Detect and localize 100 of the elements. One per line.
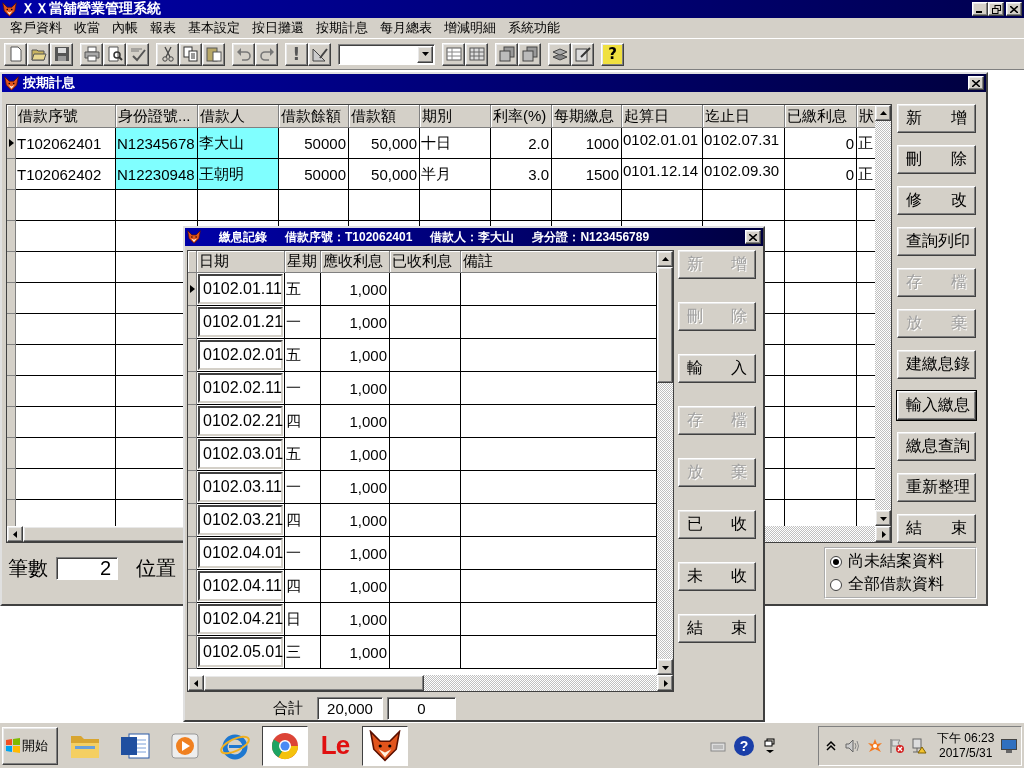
radio-button[interactable]: 全部借款資料 — [830, 574, 971, 595]
action-button[interactable]: 輸 入 — [678, 354, 756, 383]
scroll-right-button[interactable] — [657, 675, 673, 691]
minimize-button[interactable] — [972, 2, 988, 16]
monitor-icon[interactable] — [1001, 738, 1017, 753]
restore-button[interactable] — [988, 2, 1004, 16]
column-header[interactable]: 借款餘額 — [279, 105, 349, 128]
scroll-down-button[interactable] — [657, 659, 673, 675]
flag-icon[interactable] — [889, 737, 905, 754]
date-field[interactable]: 0102.03.01 — [198, 439, 283, 469]
toolbar-button[interactable] — [156, 42, 179, 66]
action-button[interactable]: 繳息查詢 — [897, 432, 976, 461]
column-header[interactable]: 星期 — [285, 251, 321, 273]
menu-item[interactable]: 每月總表 — [374, 19, 438, 37]
action-button[interactable]: 結 束 — [678, 614, 756, 643]
column-header[interactable]: 借款額 — [349, 105, 420, 128]
column-header[interactable]: 已收利息 — [390, 251, 461, 273]
toolbar-button[interactable] — [548, 42, 571, 66]
column-header[interactable]: 已繳利息 — [785, 105, 857, 128]
column-header[interactable]: 日期 — [197, 251, 285, 273]
toolbar-button[interactable] — [518, 42, 541, 66]
toolbar-button[interactable] — [126, 42, 149, 66]
date-field[interactable]: 0102.03.11 — [198, 472, 283, 502]
action-button[interactable]: 結 束 — [897, 514, 976, 543]
menu-item[interactable]: 內帳 — [106, 19, 144, 37]
scroll-left-button[interactable] — [7, 526, 23, 542]
action-button[interactable]: 刪 除 — [897, 145, 976, 174]
menu-item[interactable]: 報表 — [144, 19, 182, 37]
toolbar-button[interactable] — [4, 42, 27, 66]
network-icon[interactable] — [911, 737, 927, 754]
date-field[interactable]: 0102.02.21 — [198, 406, 283, 436]
toolbar-dropdown[interactable] — [338, 43, 435, 65]
help-button[interactable]: ? — [734, 735, 754, 756]
help-button[interactable]: ? — [601, 42, 624, 66]
toolbar-button[interactable] — [202, 42, 225, 66]
horizontal-scrollbar[interactable] — [188, 675, 673, 691]
action-button[interactable]: 重新整理 — [897, 473, 976, 502]
menu-item[interactable]: 基本設定 — [182, 19, 246, 37]
toolbar-button[interactable] — [103, 42, 126, 66]
date-field[interactable]: 0102.04.01 — [198, 538, 283, 568]
action-button[interactable]: 輸入繳息 — [897, 391, 976, 420]
menu-item[interactable]: 按期計息 — [310, 19, 374, 37]
date-field[interactable]: 0102.04.11 — [198, 571, 283, 601]
date-field[interactable]: 0102.02.01 — [198, 340, 283, 370]
toolbar-button[interactable] — [442, 42, 465, 66]
taskbar-app[interactable] — [262, 725, 308, 766]
scroll-left-button[interactable] — [188, 675, 204, 691]
column-header[interactable]: 每期繳息 — [552, 105, 622, 128]
column-header[interactable]: 應收利息 — [321, 251, 390, 273]
toolbar-button[interactable]: ! — [285, 42, 308, 66]
scroll-thumb[interactable] — [657, 267, 673, 383]
action-button[interactable]: 已 收 — [678, 510, 756, 539]
date-field[interactable]: 0102.05.01 — [198, 637, 283, 667]
toolbar-button[interactable] — [179, 42, 202, 66]
action-button[interactable]: 新 增 — [897, 104, 976, 133]
menu-item[interactable]: 增減明細 — [438, 19, 502, 37]
count-field[interactable]: 2 — [56, 557, 118, 580]
scroll-up-button[interactable] — [875, 105, 891, 121]
close-button[interactable] — [745, 230, 761, 244]
action-button[interactable]: 查詢列印 — [897, 227, 976, 256]
toolbar-button[interactable] — [80, 42, 103, 66]
action-button[interactable]: 建繳息錄 — [897, 350, 976, 379]
toolbar-button[interactable] — [465, 42, 488, 66]
toolbar-button[interactable] — [27, 42, 50, 66]
row-header[interactable] — [188, 273, 197, 306]
start-button[interactable]: 開始 — [2, 726, 58, 765]
column-header[interactable]: 借款序號 — [16, 105, 116, 128]
vertical-scrollbar[interactable] — [875, 105, 891, 526]
date-field[interactable]: 0102.01.11 — [198, 274, 283, 304]
column-header[interactable]: 利率(%) — [491, 105, 552, 128]
toolbar-button[interactable] — [495, 42, 518, 66]
taskbar-app[interactable] — [362, 725, 408, 766]
column-header[interactable]: 狀 — [857, 105, 875, 128]
window-switch-icon[interactable] — [762, 737, 778, 754]
menu-item[interactable]: 收當 — [68, 19, 106, 37]
row-header[interactable] — [7, 128, 16, 159]
action-button[interactable]: 修 改 — [897, 186, 976, 215]
date-field[interactable]: 0102.02.11 — [198, 373, 283, 403]
toolbar-button[interactable] — [50, 42, 73, 66]
column-header[interactable]: 借款人 — [198, 105, 279, 128]
column-header[interactable]: 期別 — [420, 105, 491, 128]
toolbar-button[interactable] — [232, 42, 255, 66]
toolbar-button[interactable] — [571, 42, 594, 66]
vertical-scrollbar[interactable] — [657, 251, 673, 675]
column-header[interactable]: 迄止日 — [703, 105, 785, 128]
date-field[interactable]: 0102.03.21 — [198, 505, 283, 535]
scroll-up-button[interactable] — [657, 251, 673, 267]
toolbar-button[interactable] — [255, 42, 278, 66]
menu-item[interactable]: 按日攤還 — [246, 19, 310, 37]
radio-button[interactable]: 尚未結案資料 — [830, 551, 971, 572]
column-header[interactable]: 起算日 — [622, 105, 703, 128]
speaker-icon[interactable] — [845, 737, 861, 754]
menu-item[interactable]: 客戶資料 — [4, 19, 68, 37]
column-header[interactable]: 身份證號... — [116, 105, 198, 128]
column-header[interactable]: 備註 — [461, 251, 657, 273]
menu-item[interactable]: 系統功能 — [502, 19, 566, 37]
close-button[interactable] — [1006, 2, 1022, 16]
action-button[interactable]: 未 收 — [678, 562, 756, 591]
scroll-thumb[interactable] — [204, 675, 424, 691]
toolbar-button[interactable] — [308, 42, 331, 66]
